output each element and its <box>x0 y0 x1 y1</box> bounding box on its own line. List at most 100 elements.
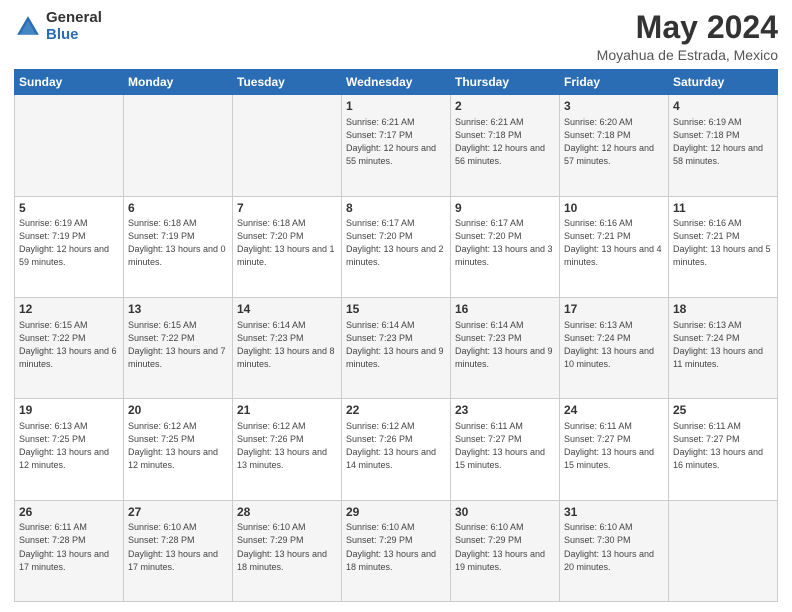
day-number: 5 <box>19 200 119 217</box>
header-row: Sunday Monday Tuesday Wednesday Thursday… <box>15 70 778 95</box>
day-info: Sunrise: 6:15 AMSunset: 7:22 PMDaylight:… <box>128 319 228 371</box>
day-cell: 18Sunrise: 6:13 AMSunset: 7:24 PMDayligh… <box>669 297 778 398</box>
day-number: 18 <box>673 301 773 318</box>
day-number: 22 <box>346 402 446 419</box>
day-info: Sunrise: 6:14 AMSunset: 7:23 PMDaylight:… <box>237 319 337 371</box>
day-info: Sunrise: 6:21 AMSunset: 7:17 PMDaylight:… <box>346 116 446 168</box>
day-cell <box>124 95 233 196</box>
day-info: Sunrise: 6:15 AMSunset: 7:22 PMDaylight:… <box>19 319 119 371</box>
day-cell <box>669 500 778 601</box>
day-cell: 1Sunrise: 6:21 AMSunset: 7:17 PMDaylight… <box>342 95 451 196</box>
page: General Blue May 2024 Moyahua de Estrada… <box>0 0 792 612</box>
day-number: 10 <box>564 200 664 217</box>
col-saturday: Saturday <box>669 70 778 95</box>
day-info: Sunrise: 6:11 AMSunset: 7:28 PMDaylight:… <box>19 521 119 573</box>
day-info: Sunrise: 6:17 AMSunset: 7:20 PMDaylight:… <box>455 217 555 269</box>
day-cell: 5Sunrise: 6:19 AMSunset: 7:19 PMDaylight… <box>15 196 124 297</box>
day-number: 20 <box>128 402 228 419</box>
logo: General Blue <box>14 10 102 43</box>
logo-blue-text: Blue <box>46 27 102 44</box>
day-number: 11 <box>673 200 773 217</box>
day-cell <box>15 95 124 196</box>
day-cell: 4Sunrise: 6:19 AMSunset: 7:18 PMDaylight… <box>669 95 778 196</box>
day-cell: 3Sunrise: 6:20 AMSunset: 7:18 PMDaylight… <box>560 95 669 196</box>
day-number: 29 <box>346 504 446 521</box>
day-cell <box>233 95 342 196</box>
day-number: 9 <box>455 200 555 217</box>
day-number: 31 <box>564 504 664 521</box>
week-row-1: 1Sunrise: 6:21 AMSunset: 7:17 PMDaylight… <box>15 95 778 196</box>
day-number: 14 <box>237 301 337 318</box>
day-cell: 28Sunrise: 6:10 AMSunset: 7:29 PMDayligh… <box>233 500 342 601</box>
calendar-table: Sunday Monday Tuesday Wednesday Thursday… <box>14 69 778 602</box>
day-info: Sunrise: 6:20 AMSunset: 7:18 PMDaylight:… <box>564 116 664 168</box>
col-tuesday: Tuesday <box>233 70 342 95</box>
day-info: Sunrise: 6:10 AMSunset: 7:29 PMDaylight:… <box>346 521 446 573</box>
day-info: Sunrise: 6:12 AMSunset: 7:25 PMDaylight:… <box>128 420 228 472</box>
day-info: Sunrise: 6:19 AMSunset: 7:19 PMDaylight:… <box>19 217 119 269</box>
day-info: Sunrise: 6:16 AMSunset: 7:21 PMDaylight:… <box>673 217 773 269</box>
day-number: 25 <box>673 402 773 419</box>
day-number: 6 <box>128 200 228 217</box>
col-monday: Monday <box>124 70 233 95</box>
week-row-4: 19Sunrise: 6:13 AMSunset: 7:25 PMDayligh… <box>15 399 778 500</box>
day-number: 30 <box>455 504 555 521</box>
day-number: 2 <box>455 98 555 115</box>
day-number: 24 <box>564 402 664 419</box>
day-info: Sunrise: 6:18 AMSunset: 7:19 PMDaylight:… <box>128 217 228 269</box>
day-number: 3 <box>564 98 664 115</box>
day-cell: 16Sunrise: 6:14 AMSunset: 7:23 PMDayligh… <box>451 297 560 398</box>
col-friday: Friday <box>560 70 669 95</box>
day-info: Sunrise: 6:10 AMSunset: 7:29 PMDaylight:… <box>237 521 337 573</box>
day-cell: 6Sunrise: 6:18 AMSunset: 7:19 PMDaylight… <box>124 196 233 297</box>
day-cell: 8Sunrise: 6:17 AMSunset: 7:20 PMDaylight… <box>342 196 451 297</box>
day-cell: 30Sunrise: 6:10 AMSunset: 7:29 PMDayligh… <box>451 500 560 601</box>
day-info: Sunrise: 6:13 AMSunset: 7:24 PMDaylight:… <box>673 319 773 371</box>
day-info: Sunrise: 6:10 AMSunset: 7:29 PMDaylight:… <box>455 521 555 573</box>
logo-icon <box>14 13 42 41</box>
day-info: Sunrise: 6:18 AMSunset: 7:20 PMDaylight:… <box>237 217 337 269</box>
day-number: 15 <box>346 301 446 318</box>
day-cell: 31Sunrise: 6:10 AMSunset: 7:30 PMDayligh… <box>560 500 669 601</box>
day-cell: 22Sunrise: 6:12 AMSunset: 7:26 PMDayligh… <box>342 399 451 500</box>
day-cell: 10Sunrise: 6:16 AMSunset: 7:21 PMDayligh… <box>560 196 669 297</box>
day-cell: 12Sunrise: 6:15 AMSunset: 7:22 PMDayligh… <box>15 297 124 398</box>
week-row-3: 12Sunrise: 6:15 AMSunset: 7:22 PMDayligh… <box>15 297 778 398</box>
day-number: 21 <box>237 402 337 419</box>
calendar-body: 1Sunrise: 6:21 AMSunset: 7:17 PMDaylight… <box>15 95 778 602</box>
day-number: 26 <box>19 504 119 521</box>
day-info: Sunrise: 6:14 AMSunset: 7:23 PMDaylight:… <box>346 319 446 371</box>
day-cell: 2Sunrise: 6:21 AMSunset: 7:18 PMDaylight… <box>451 95 560 196</box>
day-info: Sunrise: 6:19 AMSunset: 7:18 PMDaylight:… <box>673 116 773 168</box>
col-thursday: Thursday <box>451 70 560 95</box>
day-info: Sunrise: 6:12 AMSunset: 7:26 PMDaylight:… <box>237 420 337 472</box>
day-info: Sunrise: 6:13 AMSunset: 7:25 PMDaylight:… <box>19 420 119 472</box>
day-number: 19 <box>19 402 119 419</box>
day-number: 8 <box>346 200 446 217</box>
calendar-header: Sunday Monday Tuesday Wednesday Thursday… <box>15 70 778 95</box>
title-block: May 2024 Moyahua de Estrada, Mexico <box>597 10 778 63</box>
day-number: 13 <box>128 301 228 318</box>
day-number: 17 <box>564 301 664 318</box>
day-cell: 9Sunrise: 6:17 AMSunset: 7:20 PMDaylight… <box>451 196 560 297</box>
day-info: Sunrise: 6:17 AMSunset: 7:20 PMDaylight:… <box>346 217 446 269</box>
day-number: 4 <box>673 98 773 115</box>
day-cell: 11Sunrise: 6:16 AMSunset: 7:21 PMDayligh… <box>669 196 778 297</box>
logo-text: General Blue <box>46 10 102 43</box>
day-info: Sunrise: 6:14 AMSunset: 7:23 PMDaylight:… <box>455 319 555 371</box>
day-info: Sunrise: 6:11 AMSunset: 7:27 PMDaylight:… <box>564 420 664 472</box>
day-cell: 13Sunrise: 6:15 AMSunset: 7:22 PMDayligh… <box>124 297 233 398</box>
main-title: May 2024 <box>597 10 778 45</box>
header: General Blue May 2024 Moyahua de Estrada… <box>14 10 778 63</box>
day-cell: 14Sunrise: 6:14 AMSunset: 7:23 PMDayligh… <box>233 297 342 398</box>
day-number: 23 <box>455 402 555 419</box>
day-cell: 24Sunrise: 6:11 AMSunset: 7:27 PMDayligh… <box>560 399 669 500</box>
day-cell: 21Sunrise: 6:12 AMSunset: 7:26 PMDayligh… <box>233 399 342 500</box>
day-cell: 23Sunrise: 6:11 AMSunset: 7:27 PMDayligh… <box>451 399 560 500</box>
subtitle: Moyahua de Estrada, Mexico <box>597 47 778 63</box>
day-cell: 7Sunrise: 6:18 AMSunset: 7:20 PMDaylight… <box>233 196 342 297</box>
day-number: 27 <box>128 504 228 521</box>
day-info: Sunrise: 6:13 AMSunset: 7:24 PMDaylight:… <box>564 319 664 371</box>
day-cell: 25Sunrise: 6:11 AMSunset: 7:27 PMDayligh… <box>669 399 778 500</box>
day-cell: 17Sunrise: 6:13 AMSunset: 7:24 PMDayligh… <box>560 297 669 398</box>
